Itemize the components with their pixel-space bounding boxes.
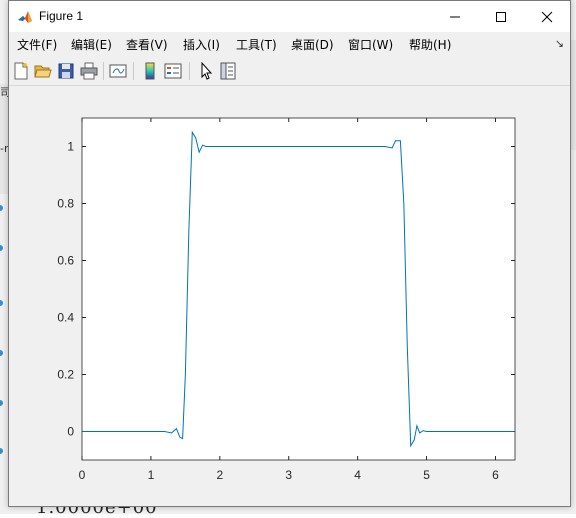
close-icon xyxy=(541,11,553,22)
background-bullet xyxy=(0,245,3,251)
new-figure-icon[interactable] xyxy=(12,62,30,80)
menu-desktop[interactable]: 桌面(D) xyxy=(291,36,334,53)
y-tick-label: 0.8 xyxy=(57,197,74,211)
menu-insert[interactable]: 插入(I) xyxy=(183,36,220,53)
print-icon[interactable] xyxy=(80,62,98,80)
menu-file[interactable]: 文件(F) xyxy=(17,36,57,53)
menu-help[interactable]: 帮助(H) xyxy=(409,36,451,53)
minimize-icon xyxy=(450,16,460,17)
y-tick-label: 0.2 xyxy=(57,368,74,382)
insert-colorbar-icon[interactable] xyxy=(141,62,159,80)
figure-canvas: 0 1 2 3 4 5 6 0 0.2 0.4 0.6 0.8 1 xyxy=(9,86,570,506)
link-plot-icon[interactable] xyxy=(109,62,127,80)
x-tick-label: 6 xyxy=(492,468,499,482)
menu-bar: 文件(F) 编辑(E) 查看(V) 插入(I) 工具(T) 桌面(D) 窗口(W… xyxy=(9,32,570,57)
menu-overflow-icon[interactable]: ↘ xyxy=(555,37,564,50)
y-tick-label: 0.4 xyxy=(57,311,74,325)
background-bullet xyxy=(0,448,3,454)
y-tick-label: 0 xyxy=(67,425,74,439)
insert-legend-icon[interactable] xyxy=(164,62,182,80)
line-plot[interactable]: 0 1 2 3 4 5 6 0 0.2 0.4 0.6 0.8 1 xyxy=(9,86,570,506)
axes-background xyxy=(82,118,515,460)
close-button[interactable] xyxy=(524,1,570,32)
edit-plot-icon[interactable] xyxy=(197,62,215,80)
x-tick-label: 2 xyxy=(216,468,223,482)
menu-edit[interactable]: 编辑(E) xyxy=(71,36,112,53)
toolbar-separator xyxy=(103,62,104,80)
y-tick-label: 0.6 xyxy=(57,254,74,268)
title-bar[interactable]: Figure 1 xyxy=(9,1,570,32)
x-tick-label: 5 xyxy=(423,468,430,482)
y-tick-label: 1 xyxy=(67,140,74,154)
background-bullet xyxy=(0,400,3,406)
x-tick-label: 0 xyxy=(79,468,86,482)
menu-view[interactable]: 查看(V) xyxy=(126,36,168,53)
menu-tools[interactable]: 工具(T) xyxy=(236,36,277,53)
background-bullet xyxy=(0,300,3,306)
x-tick-label: 1 xyxy=(148,468,155,482)
minimize-button[interactable] xyxy=(432,1,478,32)
background-bullet xyxy=(0,350,3,356)
figure-toolbar xyxy=(9,57,570,86)
toolbar-separator xyxy=(189,62,190,80)
figure-window: Figure 1 文件(F) 编辑(E) 查看(V) 插入(I) 工具(T) 桌… xyxy=(8,0,571,507)
matlab-app-icon xyxy=(18,11,32,23)
x-tick-label: 4 xyxy=(354,468,361,482)
background-bullet xyxy=(0,205,3,211)
x-tick-label: 3 xyxy=(285,468,292,482)
save-icon[interactable] xyxy=(57,62,75,80)
maximize-icon xyxy=(496,11,506,22)
maximize-button[interactable] xyxy=(478,1,524,32)
menu-window[interactable]: 窗口(W) xyxy=(348,36,393,53)
toolbar-separator xyxy=(133,62,134,80)
property-inspector-icon[interactable] xyxy=(219,62,237,80)
window-title: Figure 1 xyxy=(39,9,84,23)
open-file-icon[interactable] xyxy=(34,62,52,80)
